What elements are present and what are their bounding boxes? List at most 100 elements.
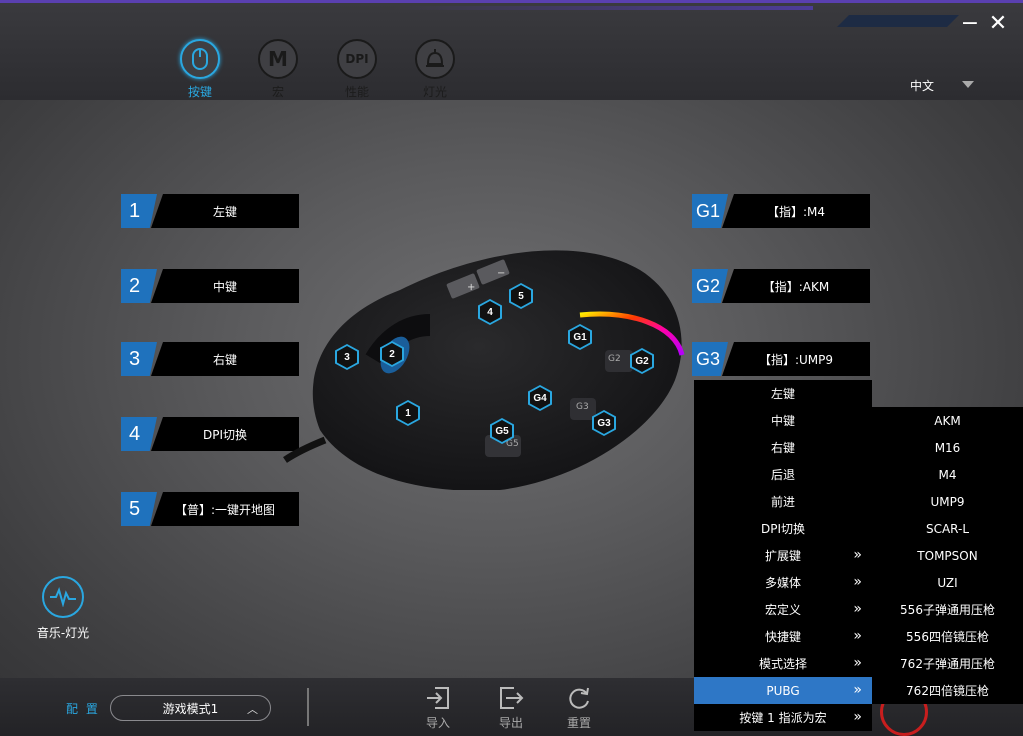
menu-item[interactable]: 模式选择 » <box>694 650 872 677</box>
language-select[interactable]: 中文 <box>910 77 934 94</box>
menu-item[interactable]: 快捷键 » <box>694 623 872 650</box>
config-select-value: 游戏模式1 <box>162 701 219 716</box>
submenu-item[interactable]: TOMPSON <box>872 542 1023 569</box>
app-window: − ✕ 按键 M 宏 DPI 性能 灯光 中文 1 左键 2 中键 3 右键 4… <box>0 0 1023 736</box>
g3-button-label: G3 <box>576 402 589 412</box>
menu-item[interactable]: 前进 <box>694 488 872 515</box>
menu-item[interactable]: PUBG » <box>694 677 872 704</box>
menu-item[interactable]: 宏定义 » <box>694 596 872 623</box>
key-binding-4[interactable]: 4 DPI切换 <box>121 417 299 451</box>
key-number: 1 <box>121 194 157 228</box>
key-number: 3 <box>121 342 157 376</box>
menu-item-label: 模式选择 <box>758 657 807 671</box>
tab-keys-label: 按键 <box>187 85 212 99</box>
tab-performance[interactable]: DPI 性能 <box>327 39 387 100</box>
key-value: 【指】:AKM <box>722 269 870 303</box>
submenu-item[interactable]: 556子弹通用压枪 <box>872 596 1023 623</box>
submenu-item[interactable]: SCAR-L <box>872 515 1023 542</box>
menu-item[interactable]: DPI切换 <box>694 515 872 542</box>
key-binding-g1[interactable]: G1 【指】:M4 <box>692 194 870 228</box>
refresh-icon <box>559 684 599 712</box>
minimize-button[interactable]: − <box>957 11 983 37</box>
mouse-illustration: + − G2 G3 G5 1 2 3 4 5 G1 G2 G3 G4 G5 <box>280 230 700 491</box>
menu-item[interactable]: 多媒体 » <box>694 569 872 596</box>
double-chevron-right-icon: » <box>853 682 862 698</box>
tab-keys[interactable]: 按键 <box>170 39 230 100</box>
header-decor-stripe <box>837 15 959 27</box>
key-number: 2 <box>121 269 157 303</box>
tab-lighting[interactable]: 灯光 <box>405 39 465 100</box>
submenu-item[interactable]: AKM <box>872 407 1023 434</box>
music-light-label: 音乐-灯光 <box>36 626 90 640</box>
export-button[interactable]: 导出 <box>491 684 531 731</box>
key-binding-g2[interactable]: G2 【指】:AKM <box>692 269 870 303</box>
key-number: 5 <box>121 492 157 526</box>
key-binding-3[interactable]: 3 右键 <box>121 342 299 376</box>
menu-item-label: 按键 1 指派为宏 <box>739 711 827 725</box>
export-label: 导出 <box>498 716 523 730</box>
config-label: 配 置 <box>66 702 100 716</box>
submenu-item[interactable]: UZI <box>872 569 1023 596</box>
submenu-item[interactable]: 762子弹通用压枪 <box>872 650 1023 677</box>
chevron-up-icon: ︿ <box>247 703 258 716</box>
import-button[interactable]: 导入 <box>418 684 458 731</box>
import-label: 导入 <box>425 716 450 730</box>
export-icon <box>491 684 531 712</box>
waveform-icon <box>42 576 84 618</box>
submenu-item[interactable]: M4 <box>872 461 1023 488</box>
double-chevron-right-icon: » <box>853 574 862 590</box>
g2-button-label: G2 <box>608 354 621 364</box>
music-light-button[interactable]: 音乐-灯光 <box>30 576 96 641</box>
menu-item-label: 右键 <box>770 441 795 455</box>
bell-light-icon <box>415 39 455 79</box>
chevron-down-icon[interactable] <box>962 81 974 88</box>
menu-item-label: 扩展键 <box>764 549 801 563</box>
dpi-minus-label: − <box>497 268 506 279</box>
key-value: 【普】:一键开地图 <box>151 492 299 526</box>
dpi-plus-label: + <box>467 282 476 293</box>
double-chevron-right-icon: » <box>853 601 862 617</box>
menu-item-label: 快捷键 <box>764 630 801 644</box>
menu-item[interactable]: 按键 1 指派为宏 » <box>694 704 872 731</box>
key-assign-menu: 左键 中键 右键 后退 前进 DPI切换 扩展键» 多媒体» 宏定义» 快捷键» 模式选择» PUBG… <box>694 380 872 731</box>
submenu-item[interactable]: 762四倍镜压枪 <box>872 677 1023 704</box>
double-chevron-right-icon: » <box>853 655 862 671</box>
key-binding-2[interactable]: 2 中键 <box>121 269 299 303</box>
key-value: 中键 <box>151 269 299 303</box>
menu-item[interactable]: 左键 <box>694 380 872 407</box>
dpi-icon: DPI <box>337 39 377 79</box>
submenu-item[interactable]: UMP9 <box>872 488 1023 515</box>
double-chevron-right-icon: » <box>853 547 862 563</box>
submenu-item[interactable]: 556四倍镜压枪 <box>872 623 1023 650</box>
key-number: G1 <box>692 194 728 228</box>
menu-item-label: 后退 <box>770 468 795 482</box>
key-value: 左键 <box>151 194 299 228</box>
key-binding-5[interactable]: 5 【普】:一键开地图 <box>121 492 299 526</box>
tab-lighting-label: 灯光 <box>422 85 447 99</box>
key-binding-g3[interactable]: G3 【指】:UMP9 <box>692 342 870 376</box>
menu-item-label: 左键 <box>770 387 795 401</box>
macro-icon: M <box>258 39 298 79</box>
import-icon <box>418 684 458 712</box>
reset-button[interactable]: 重置 <box>559 684 599 731</box>
config-select[interactable]: 游戏模式1 ︿ <box>110 695 271 721</box>
key-value: 【指】:M4 <box>722 194 870 228</box>
menu-item[interactable]: 中键 <box>694 407 872 434</box>
menu-item[interactable]: 扩展键 » <box>694 542 872 569</box>
key-value: 右键 <box>151 342 299 376</box>
menu-item-label: DPI切换 <box>760 522 806 536</box>
tab-performance-label: 性能 <box>344 85 369 99</box>
close-button[interactable]: ✕ <box>985 11 1011 37</box>
double-chevron-right-icon: » <box>853 709 862 725</box>
menu-item[interactable]: 后退 <box>694 461 872 488</box>
menu-item-label: 前进 <box>770 495 795 509</box>
header-bar: − ✕ 按键 M 宏 DPI 性能 灯光 中文 <box>0 0 1023 100</box>
menu-item-label: 多媒体 <box>764 576 801 590</box>
pubg-submenu: AKM M16 M4 UMP9 SCAR-L TOMPSON UZI 556子弹通用压枪 556… <box>872 407 1023 704</box>
submenu-item[interactable]: M16 <box>872 434 1023 461</box>
menu-item[interactable]: 右键 <box>694 434 872 461</box>
menu-item-label: 中键 <box>770 414 795 428</box>
tab-macro[interactable]: M 宏 <box>248 39 308 100</box>
double-chevron-right-icon: » <box>853 628 862 644</box>
key-binding-1[interactable]: 1 左键 <box>121 194 299 228</box>
